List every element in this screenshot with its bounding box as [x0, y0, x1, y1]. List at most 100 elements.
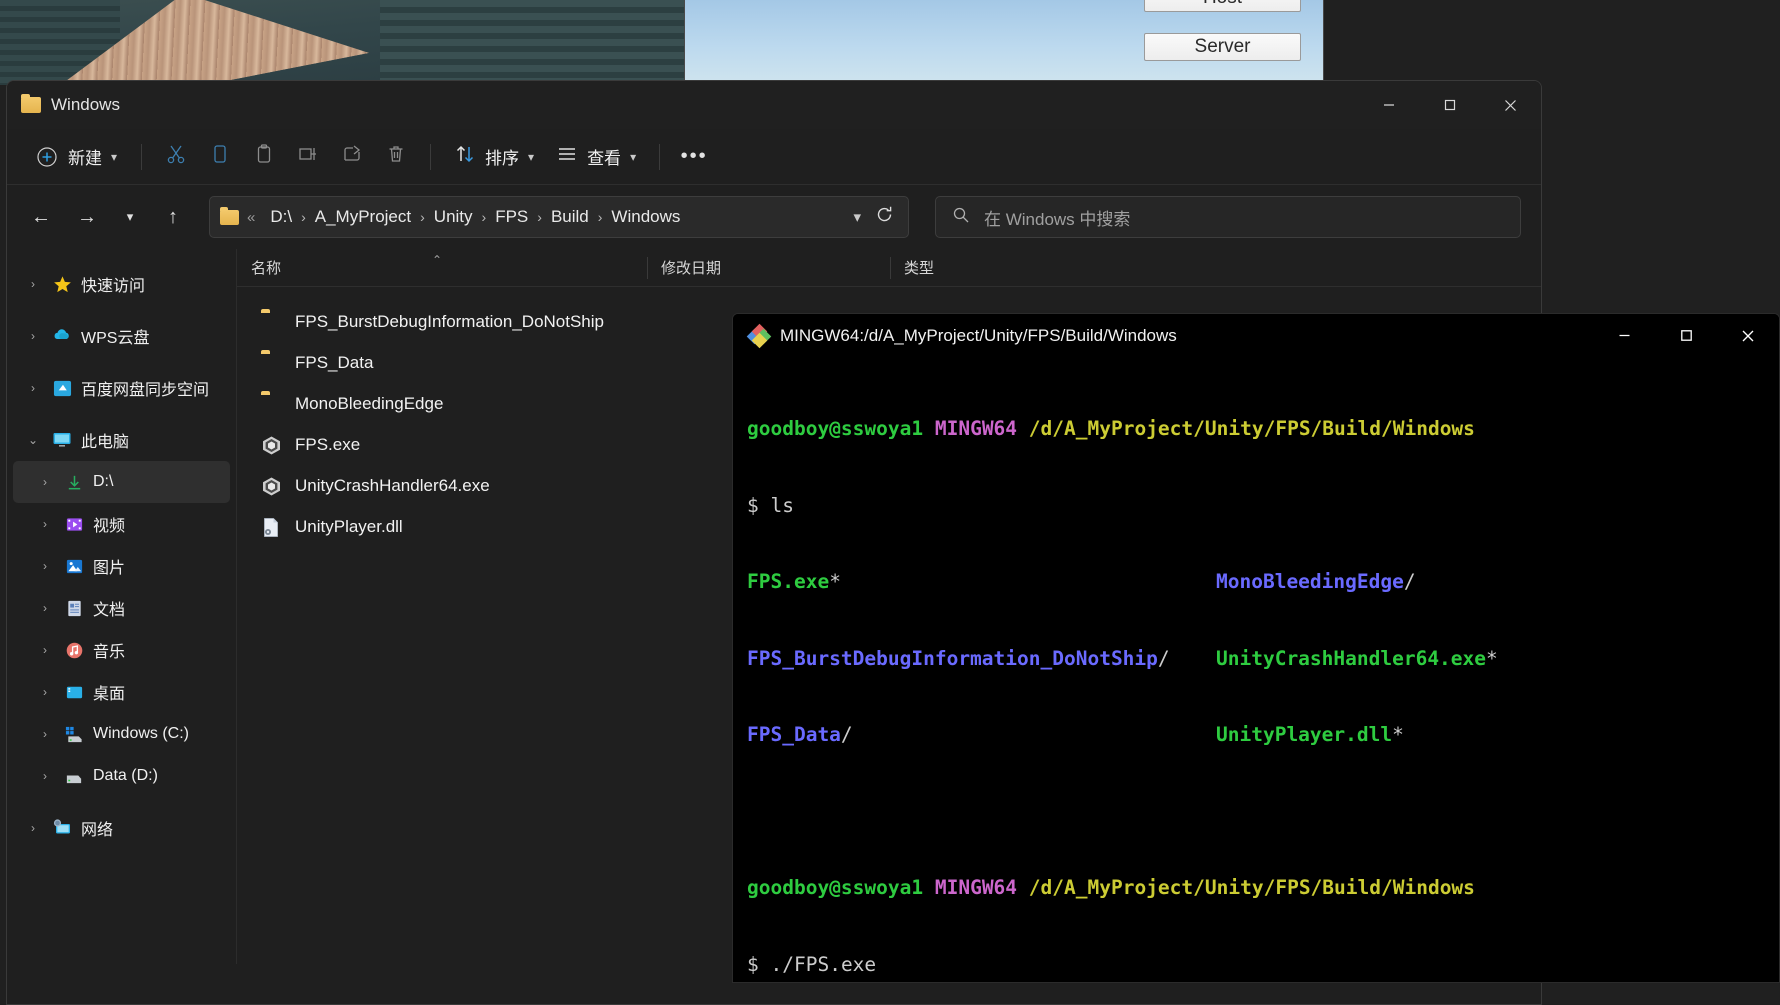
- breadcrumb-item-5[interactable]: Windows: [606, 204, 685, 230]
- new-button[interactable]: 新建 ▾: [23, 139, 129, 175]
- address-bar[interactable]: « D:\ › A_MyProject › Unity › FPS › Buil…: [209, 196, 909, 238]
- chevron-down-icon: ▾: [630, 149, 637, 164]
- file-name: FPS_BurstDebugInformation_DoNotShip: [295, 311, 604, 331]
- breadcrumb-item-2[interactable]: Unity: [429, 204, 478, 230]
- terminal-title: MINGW64:/d/A_MyProject/Unity/FPS/Build/W…: [780, 325, 1177, 345]
- breadcrumb-separator: ›: [301, 209, 306, 225]
- more-options-button[interactable]: •••: [672, 137, 716, 177]
- search-box[interactable]: 在 Windows 中搜索: [935, 196, 1521, 238]
- mingw-terminal-window: MINGW64:/d/A_MyProject/Unity/FPS/Build/W…: [732, 313, 1780, 983]
- share-button[interactable]: [330, 137, 374, 177]
- sidebar-item-quick-access[interactable]: › 快速访问: [13, 263, 230, 305]
- search-input[interactable]: 在 Windows 中搜索: [984, 205, 1130, 230]
- breadcrumb-item-3[interactable]: FPS: [490, 204, 533, 230]
- close-button[interactable]: [1480, 81, 1541, 129]
- breadcrumb: D:\ › A_MyProject › Unity › FPS › Build …: [265, 204, 845, 230]
- chevron-down-icon: ▾: [111, 149, 118, 164]
- maximize-button[interactable]: [1419, 81, 1480, 129]
- sidebar-item-baidu-netdisk[interactable]: › 百度网盘同步空间: [13, 367, 230, 409]
- sort-arrows-icon: [454, 143, 476, 170]
- back-button[interactable]: ←: [23, 199, 59, 235]
- sidebar-item-wps-cloud[interactable]: › WPS云盘: [13, 315, 230, 357]
- breadcrumb-item-0[interactable]: D:\: [265, 204, 297, 230]
- ls-entry-name: FPS.exe: [747, 570, 830, 593]
- terminal-output[interactable]: goodboy@sswoya1 MINGW64 /d/A_MyProject/U…: [733, 357, 1779, 982]
- sidebar-item-network[interactable]: › 网络: [13, 807, 230, 849]
- wps-cloud-icon: [51, 325, 73, 347]
- column-header-label: 类型: [904, 260, 935, 277]
- terminal-minimize-button[interactable]: [1593, 314, 1655, 357]
- sidebar-item-desktop[interactable]: › 桌面: [13, 671, 230, 713]
- sidebar-item-windows-c[interactable]: › Windows (C:): [13, 713, 230, 755]
- rename-button[interactable]: [286, 137, 330, 177]
- terminal-command: ./FPS.exe: [770, 952, 877, 976]
- game-window: Host Server: [684, 0, 1324, 85]
- chevron-right-icon[interactable]: ›: [23, 329, 43, 343]
- breadcrumb-item-1[interactable]: A_MyProject: [310, 204, 416, 230]
- terminal-prompt-line-1: goodboy@sswoya1 MINGW64 /d/A_MyProject/U…: [747, 416, 1779, 442]
- recent-locations-button[interactable]: ▾: [115, 199, 145, 235]
- delete-button[interactable]: [374, 137, 418, 177]
- sidebar-item-this-pc[interactable]: ⌄ 此电脑: [13, 419, 230, 461]
- windows-drive-icon: [63, 723, 85, 745]
- chevron-right-icon[interactable]: ›: [23, 277, 43, 291]
- chevron-right-icon[interactable]: ›: [35, 475, 55, 489]
- unity-exe-icon: [261, 476, 283, 496]
- music-icon: [63, 639, 85, 661]
- sidebar-item-pictures[interactable]: › 图片: [13, 545, 230, 587]
- sidebar-item-data-d[interactable]: › Data (D:): [13, 755, 230, 797]
- sort-button-label: 排序: [485, 149, 520, 168]
- chevron-right-icon[interactable]: ›: [23, 821, 43, 835]
- chevron-right-icon[interactable]: ›: [35, 517, 55, 531]
- explorer-address-row: ← → ▾ ↑ « D:\ › A_MyProject › Unity › FP…: [7, 185, 1541, 249]
- terminal-window-controls: [1593, 314, 1779, 357]
- scene-view-left: [0, 0, 684, 85]
- sidebar-item-music[interactable]: › 音乐: [13, 629, 230, 671]
- sort-button[interactable]: 排序 ▾: [443, 138, 545, 176]
- chevron-right-icon[interactable]: ›: [35, 643, 55, 657]
- chevron-right-icon[interactable]: ›: [35, 769, 55, 783]
- sidebar-item-videos[interactable]: › 视频: [13, 503, 230, 545]
- mingw-diamond-icon: [746, 323, 772, 348]
- server-button[interactable]: Server: [1144, 33, 1301, 61]
- breadcrumb-separator: ›: [537, 209, 542, 225]
- terminal-titlebar[interactable]: MINGW64:/d/A_MyProject/Unity/FPS/Build/W…: [733, 314, 1779, 357]
- view-button-label: 查看: [587, 149, 622, 168]
- terminal-maximize-button[interactable]: [1655, 314, 1717, 357]
- forward-button[interactable]: →: [69, 199, 105, 235]
- chevron-right-icon[interactable]: ›: [35, 601, 55, 615]
- terminal-close-button[interactable]: [1717, 314, 1779, 357]
- folder-icon: [261, 312, 283, 332]
- prompt-symbol: $: [747, 952, 759, 976]
- chevron-down-icon[interactable]: ⌄: [23, 433, 43, 447]
- minimize-button[interactable]: [1358, 81, 1419, 129]
- sidebar-item-label: 此电脑: [81, 434, 130, 451]
- view-button[interactable]: 查看 ▾: [545, 138, 647, 176]
- refresh-icon[interactable]: [875, 205, 894, 229]
- column-header-name[interactable]: 名称 ⌃: [237, 249, 647, 287]
- sidebar-item-d-drive[interactable]: › D:\: [13, 461, 230, 503]
- column-header-type[interactable]: 类型: [890, 249, 1050, 287]
- column-header-date[interactable]: 修改日期: [647, 249, 890, 287]
- chevron-right-icon[interactable]: ›: [35, 559, 55, 573]
- toolbar-divider-3: [659, 143, 661, 170]
- paste-button[interactable]: [242, 137, 286, 177]
- copy-button[interactable]: [198, 137, 242, 177]
- chevron-right-icon[interactable]: ›: [23, 381, 43, 395]
- chevron-right-icon[interactable]: ›: [35, 727, 55, 741]
- download-drive-icon: [63, 471, 85, 493]
- sidebar-item-documents[interactable]: › 文档: [13, 587, 230, 629]
- up-button[interactable]: ↑: [155, 199, 191, 235]
- folder-icon: [220, 206, 239, 225]
- terminal-prompt-line-2: goodboy@sswoya1 MINGW64 /d/A_MyProject/U…: [747, 875, 1779, 901]
- cut-button[interactable]: [154, 137, 198, 177]
- ls-entry-suffix: *: [1486, 646, 1498, 670]
- breadcrumb-overflow[interactable]: «: [247, 209, 255, 226]
- chevron-right-icon[interactable]: ›: [35, 685, 55, 699]
- sort-ascending-icon: ⌃: [432, 252, 443, 267]
- host-button[interactable]: Host: [1144, 0, 1301, 12]
- address-dropdown-icon[interactable]: ▾: [853, 208, 861, 226]
- breadcrumb-item-4[interactable]: Build: [546, 204, 594, 230]
- sidebar-item-label: 网络: [81, 822, 114, 839]
- explorer-titlebar[interactable]: Windows: [7, 81, 1541, 129]
